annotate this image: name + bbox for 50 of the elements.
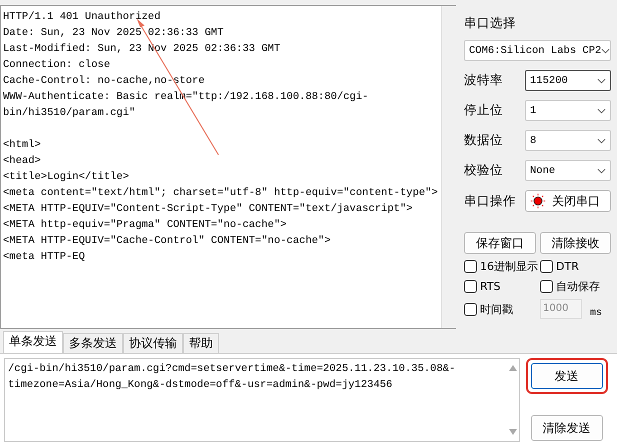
receive-line: <head>	[3, 154, 42, 169]
chevron-icon	[597, 168, 606, 174]
option-checkbox[interactable]: 时间戳	[464, 299, 540, 319]
tab[interactable]: 协议传输	[123, 333, 183, 353]
port-select[interactable]: COM6:Silicon Labs CP2	[464, 40, 611, 61]
receive-line: Date: Sun, 23 Nov 2025 02:36:33 GMT	[3, 26, 225, 41]
receive-line: <meta HTTP-EQ	[3, 250, 86, 265]
receive-line: <META http-equiv="Pragma" CONTENT="no-cache">	[3, 218, 288, 233]
clear-send-button[interactable]: 清除发送	[530, 415, 602, 441]
chevron-icon	[597, 108, 606, 114]
receive-line: <meta content="text/html"; charset="utf-8" http-equiv="content-type">	[3, 186, 439, 201]
tab[interactable]: 帮助	[183, 333, 219, 353]
scrollbar[interactable]	[441, 6, 456, 328]
receive-line: Connection: close	[3, 58, 112, 73]
receive-area[interactable]	[0, 5, 456, 329]
setting-select[interactable]: None	[525, 160, 611, 181]
tab[interactable]: 单条发送	[3, 331, 63, 353]
receive-line: <html>	[3, 138, 42, 153]
receive-line: <META HTTP-EQUIV="Cache-Control" CONTENT="no-cache">	[3, 234, 332, 249]
option-checkbox[interactable]: RTS	[464, 279, 540, 294]
send-input[interactable]: /cgi-bin/hi3510/param.cgi?cmd=setservertime&-time=2025.11.23.10.35.08&- timezone=Asia/Hong_Kong&-dstmode=off&-usr=admin&-pwd=jy123456	[4, 358, 520, 442]
send-line: /cgi-bin/hi3510/param.cgi?cmd=setservertime&-time=2025.11.23.10.35.08&-	[8, 362, 456, 377]
panel-button[interactable]: 保存窗口	[464, 232, 536, 254]
receive-line: <META HTTP-EQUIV="Content-Script-Type" CONTENT="text/javascript">	[3, 202, 414, 217]
port-label: 串口选择	[464, 15, 517, 32]
interval-unit: ms	[590, 308, 602, 319]
close-port-button[interactable]: 关闭串口	[525, 190, 611, 212]
setting-select[interactable]: 1	[525, 100, 611, 121]
panel-button[interactable]: 清除接收	[540, 232, 611, 254]
setting-label: 数据位	[464, 132, 503, 149]
chevron-icon	[601, 48, 610, 54]
setting-label: 停止位	[464, 102, 503, 119]
scroll-up-icon	[509, 365, 517, 371]
option-checkbox[interactable]: 16进制显示	[464, 259, 540, 274]
setting-label: 波特率	[464, 72, 503, 89]
setting-select[interactable]: 8	[525, 130, 611, 151]
operation-label: 串口操作	[464, 192, 516, 210]
option-checkbox[interactable]: 自动保存	[540, 279, 616, 294]
setting-label: 校验位	[464, 162, 503, 179]
chevron-icon	[597, 138, 606, 144]
option-checkbox[interactable]: DTR	[540, 259, 616, 274]
scroll-down-icon	[509, 429, 517, 435]
chevron-icon	[597, 78, 606, 84]
receive-line: HTTP/1.1 401 Unauthorized	[3, 10, 162, 25]
receive-line: bin/hi3510/param.cgi"	[3, 106, 136, 121]
send-button[interactable]: 发送	[530, 363, 602, 389]
setting-select[interactable]: 115200	[525, 70, 611, 91]
send-line: timezone=Asia/Hong_Kong&-dstmode=off&-usr=admin&-pwd=jy123456	[8, 378, 394, 393]
receive-line: <title>Login</title>	[3, 170, 130, 185]
tab[interactable]: 多条发送	[63, 333, 123, 353]
